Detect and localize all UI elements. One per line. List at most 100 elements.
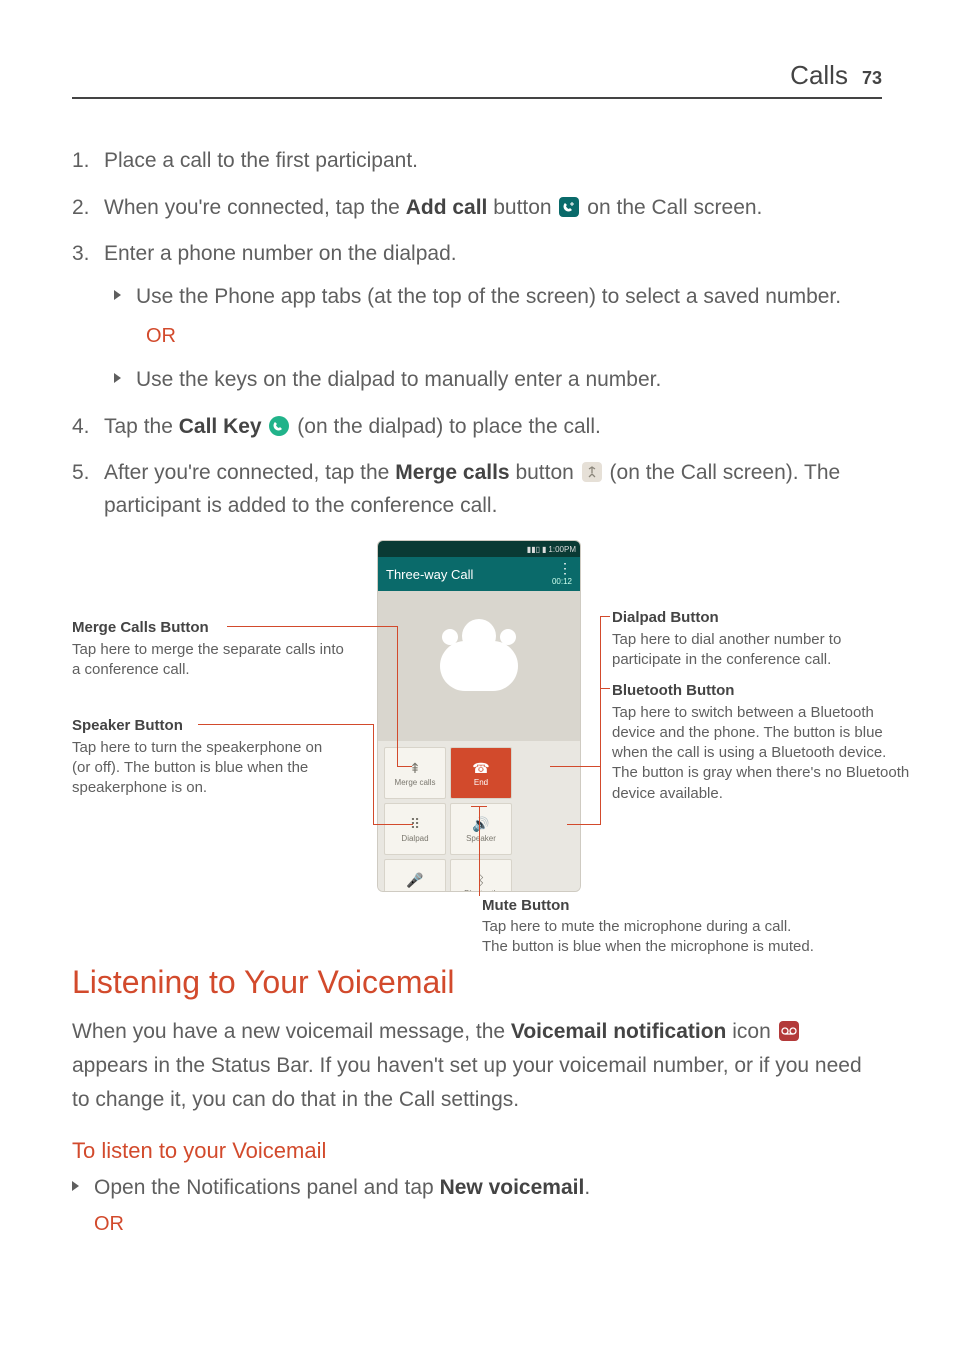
t: . (584, 1176, 590, 1199)
label: Mute (406, 890, 424, 893)
t: appears in the Status Bar. If you haven'… (72, 1054, 862, 1111)
label: Merge calls (395, 778, 436, 787)
t: Use the Phone app tabs (at the top of th… (136, 285, 841, 308)
manual-page: Calls 73 1. Place a call to the first pa… (0, 0, 954, 1372)
t: Open the Notifications panel and tap (94, 1176, 440, 1199)
step-num: 3. (72, 238, 90, 271)
step-num: 2. (72, 192, 90, 225)
step-5: 5. After you're connected, tap the Merge… (72, 457, 882, 522)
t: Tap the (104, 415, 179, 438)
t: icon (726, 1020, 776, 1043)
leader-line (397, 626, 398, 766)
step-1: 1. Place a call to the first participant… (72, 145, 882, 178)
step-2: 2. When you're connected, tap the Add ca… (72, 192, 882, 225)
label: End (474, 778, 488, 787)
avatar-area (378, 591, 580, 741)
sub-bullet: Open the Notifications panel and tap New… (72, 1172, 882, 1205)
dialpad-callout: Dialpad Button Tap here to dial another … (612, 608, 902, 670)
bold: New voicemail (440, 1176, 585, 1199)
mute-icon: 🎤 (406, 872, 423, 889)
step-3: 3. Enter a phone number on the dialpad. … (72, 238, 882, 397)
triangle-bullet-icon (114, 290, 121, 300)
step-text: Enter a phone number on the dialpad. (104, 242, 457, 265)
or-label: OR (94, 1213, 882, 1236)
leader-line (567, 824, 600, 825)
t: After you're connected, tap the (104, 461, 395, 484)
sub-bullet: Use the keys on the dialpad to manually … (114, 364, 882, 397)
step-num: 1. (72, 145, 90, 178)
callout-title: Dialpad Button (612, 608, 902, 628)
status-time: 1:00PM (548, 545, 576, 554)
triangle-bullet-icon (72, 1181, 79, 1191)
status-bar: ▮▮▯ ▮ 1:00PM (378, 541, 580, 557)
merge-callout: Merge Calls Button Tap here to merge the… (72, 618, 352, 680)
voicemail-icon (779, 1021, 799, 1041)
step-num: 4. (72, 411, 90, 444)
callout-body: Tap here to merge the separate calls int… (72, 641, 344, 678)
callout-body: Tap here to turn the speakerphone on (or… (72, 739, 322, 797)
callout-body: The button is blue when the microphone i… (482, 938, 814, 955)
merge-icon: ⇞ (409, 760, 421, 777)
dialpad-button[interactable]: ⠿Dialpad (384, 803, 446, 855)
voicemail-subhead: To listen to your Voicemail (72, 1138, 882, 1164)
end-icon: ☎ (472, 760, 489, 777)
leader-line (479, 806, 480, 896)
battery-icon: ▮ (542, 545, 546, 554)
bold: Call Key (179, 415, 262, 438)
end-call-button[interactable]: ☎End (450, 747, 512, 799)
t: button (487, 196, 557, 219)
page-number: 73 (862, 68, 882, 89)
bluetooth-button[interactable]: ᛒBluetooth (450, 859, 512, 892)
leader-line (600, 616, 610, 617)
section-title: Calls (790, 60, 848, 91)
callout-title: Merge Calls Button (72, 618, 352, 638)
call-title: Three-way Call (386, 567, 473, 582)
label: Speaker (466, 834, 496, 843)
call-key-icon (269, 416, 289, 436)
bold: Add call (406, 196, 488, 219)
leader-line (600, 688, 601, 825)
t: Use the keys on the dialpad to manually … (136, 368, 661, 391)
triangle-bullet-icon (114, 373, 121, 383)
callout-body: Tap here to mute the microphone during a… (482, 918, 791, 935)
leader-line (227, 626, 397, 627)
bluetooth-callout: Bluetooth Button Tap here to switch betw… (612, 681, 912, 804)
bold: Merge calls (395, 461, 509, 484)
step-4: 4. Tap the Call Key (on the dialpad) to … (72, 411, 882, 444)
t: on the Call screen. (587, 196, 762, 219)
callout-body: Tap here to dial another number to parti… (612, 631, 841, 668)
t: When you're connected, tap the (104, 196, 406, 219)
call-header: Three-way Call ⋮ 00:12 (378, 557, 580, 591)
overflow-menu-icon[interactable]: ⋮ (558, 560, 572, 577)
add-call-icon (559, 197, 579, 217)
voicemail-heading: Listening to Your Voicemail (72, 964, 882, 1001)
label: Dialpad (401, 834, 428, 843)
speaker-button[interactable]: 🔊Speaker (450, 803, 512, 855)
leader-line (373, 724, 374, 824)
bold: Voicemail notification (511, 1020, 726, 1043)
leader-line (397, 766, 412, 767)
leader-line (198, 724, 373, 725)
leader-line (373, 824, 413, 825)
t: When you have a new voicemail message, t… (72, 1020, 511, 1043)
callout-title: Bluetooth Button (612, 681, 912, 701)
call-timer: 00:12 (552, 577, 572, 588)
merge-calls-button[interactable]: ⇞Merge calls (384, 747, 446, 799)
t (262, 415, 268, 438)
t: button (510, 461, 580, 484)
callout-body: Tap here to switch between a Bluetooth d… (612, 704, 909, 802)
signal-icon: ▮▮▯ (527, 545, 540, 554)
step-num: 5. (72, 457, 90, 490)
callout-title: Speaker Button (72, 716, 337, 736)
steps-list: 1. Place a call to the first participant… (72, 145, 882, 522)
speaker-callout: Speaker Button Tap here to turn the spea… (72, 716, 337, 798)
t: (on the dialpad) to place the call. (297, 415, 601, 438)
page-header: Calls 73 (72, 60, 882, 99)
leader-line (471, 806, 487, 807)
step-text: Place a call to the first participant. (104, 149, 418, 172)
mute-button[interactable]: 🎤Mute (384, 859, 446, 892)
mute-callout: Mute Button Tap here to mute the microph… (482, 896, 814, 957)
voicemail-paragraph: When you have a new voicemail message, t… (72, 1015, 882, 1116)
speaker-icon: 🔊 (472, 816, 489, 833)
callout-title: Mute Button (482, 896, 814, 916)
